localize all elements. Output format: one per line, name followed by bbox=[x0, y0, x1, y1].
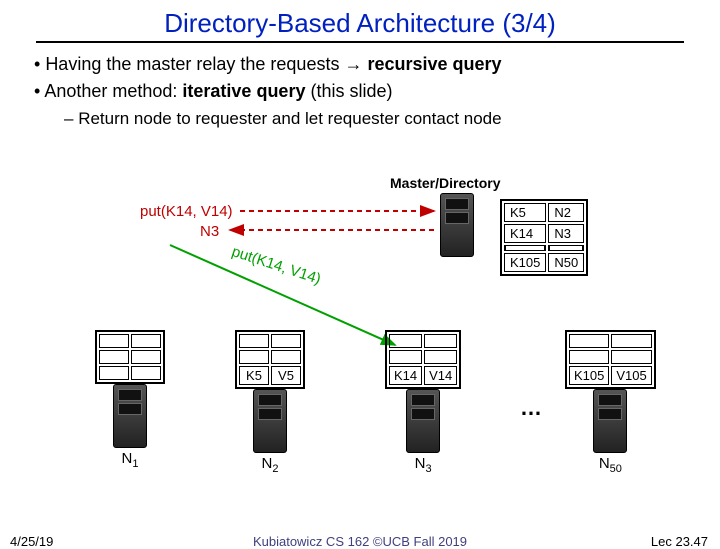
bullet-2-bold: iterative query bbox=[182, 81, 305, 101]
node-3-table: K14V14 bbox=[385, 330, 461, 389]
node-1-table bbox=[95, 330, 165, 384]
diagram-area: Master/Directory put(K14, V14) N3 put(K1… bbox=[0, 175, 720, 505]
node-50-label: N50 bbox=[565, 455, 656, 475]
node-2-label: N2 bbox=[235, 455, 305, 475]
bullet-1: Having the master relay the requests → r… bbox=[34, 53, 698, 76]
bullet-1-pre: Having the master relay the requests bbox=[45, 54, 344, 74]
node-3-v: V14 bbox=[424, 366, 457, 385]
node-50-k: K105 bbox=[569, 366, 609, 385]
dir-v2: N3 bbox=[548, 224, 584, 243]
dir-k1: K5 bbox=[504, 203, 546, 222]
dir-v1: N2 bbox=[548, 203, 584, 222]
node-3: K14V14 N3 bbox=[385, 330, 461, 475]
slide-title: Directory-Based Architecture (3/4) bbox=[36, 0, 684, 43]
directory-table: K5N2 K14N3 K105N50 bbox=[500, 199, 588, 276]
node-1-server-icon bbox=[113, 384, 147, 448]
bullet-2-post: (this slide) bbox=[305, 81, 392, 101]
footer-course: Kubiatowicz CS 162 ©UCB Fall 2019 bbox=[0, 534, 720, 549]
node-3-label: N3 bbox=[385, 455, 461, 475]
node-50-server-icon bbox=[593, 389, 627, 453]
dir-k2: K14 bbox=[504, 224, 546, 243]
node-2-k: K5 bbox=[239, 366, 269, 385]
bullet-2: Another method: iterative query (this sl… bbox=[34, 80, 698, 103]
footer-lecture: Lec 23.47 bbox=[651, 534, 708, 549]
sub-bullet-1: Return node to requester and let request… bbox=[64, 108, 698, 130]
node-2-server-icon bbox=[253, 389, 287, 453]
ellipsis: … bbox=[520, 395, 542, 421]
node-1: N1 bbox=[95, 330, 165, 470]
bullet-1-bold: recursive query bbox=[362, 54, 501, 74]
node-3-k: K14 bbox=[389, 366, 422, 385]
dir-k3: K105 bbox=[504, 253, 546, 272]
node-2: K5V5 N2 bbox=[235, 330, 305, 475]
arrow-icon: → bbox=[344, 54, 362, 74]
node-2-v: V5 bbox=[271, 366, 301, 385]
node-1-label: N1 bbox=[95, 450, 165, 470]
node-3-server-icon bbox=[406, 389, 440, 453]
bullet-2-pre: Another method: bbox=[44, 81, 182, 101]
dir-v3: N50 bbox=[548, 253, 584, 272]
node-1-k bbox=[99, 366, 129, 380]
bullet-list: Having the master relay the requests → r… bbox=[22, 53, 698, 130]
node-50-v: V105 bbox=[611, 366, 651, 385]
node-2-table: K5V5 bbox=[235, 330, 305, 389]
node-1-v bbox=[131, 366, 161, 380]
node-50: K105V105 N50 bbox=[565, 330, 656, 475]
master-server-icon bbox=[440, 193, 474, 257]
node-50-table: K105V105 bbox=[565, 330, 656, 389]
